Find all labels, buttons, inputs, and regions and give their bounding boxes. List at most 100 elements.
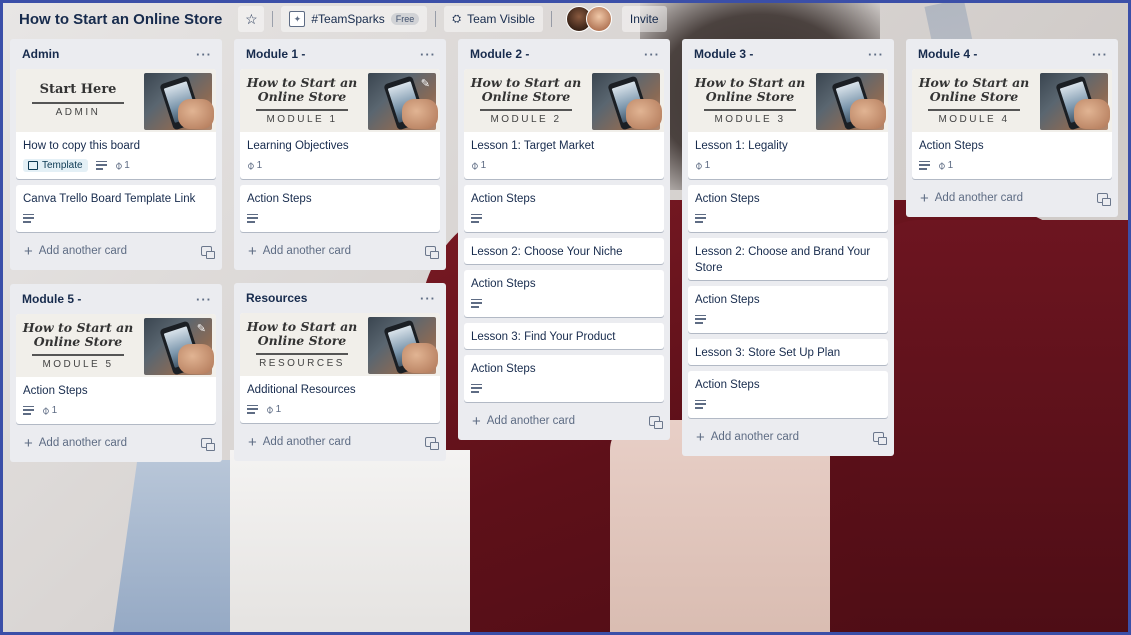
header-divider xyxy=(272,11,274,27)
add-card-button[interactable]: + Add another card xyxy=(240,429,440,455)
create-from-template-icon[interactable] xyxy=(1097,193,1111,206)
card-title: Action Steps xyxy=(23,385,88,397)
list-card[interactable]: Action Steps xyxy=(688,371,888,418)
card-title: Action Steps xyxy=(695,193,760,205)
board-header: How to Start an Online Store ☆ ✦ #TeamSp… xyxy=(3,3,1128,35)
list-card[interactable]: Action Steps xyxy=(688,286,888,333)
list-card[interactable]: Lesson 2: Choose and Brand Your Store xyxy=(688,238,888,280)
cover-subtitle: MODULE 5 xyxy=(42,358,114,370)
list-card[interactable]: Action Steps xyxy=(464,355,664,402)
attachment-badge: ⌀ 1 xyxy=(935,158,954,172)
list-header: Module 2 - ··· xyxy=(464,39,664,69)
list-card[interactable]: Action Steps xyxy=(464,270,664,317)
ellipsis-icon[interactable]: ··· xyxy=(420,291,436,306)
ellipsis-icon[interactable]: ··· xyxy=(868,47,884,62)
card-cover: How to Start an Online Store RESOURCES xyxy=(240,313,440,376)
list-card[interactable]: Action Steps xyxy=(464,185,664,232)
team-visible-icon: ⛭ xyxy=(452,12,462,25)
attachment-badge: ⌀ 1 xyxy=(263,402,282,416)
add-card-button[interactable]: + Add another card xyxy=(464,408,664,434)
template-icon xyxy=(28,160,38,170)
pencil-icon[interactable]: ✎ xyxy=(197,322,206,335)
list-title[interactable]: Module 5 - xyxy=(22,292,81,306)
cover-title: How to Start an xyxy=(470,75,582,91)
create-from-template-icon[interactable] xyxy=(873,432,887,445)
description-icon xyxy=(471,213,482,223)
ellipsis-icon[interactable]: ··· xyxy=(196,292,212,307)
cover-subtitle: RESOURCES xyxy=(259,357,345,369)
list-card[interactable]: Action Steps xyxy=(688,185,888,232)
list-title[interactable]: Module 1 - xyxy=(246,47,305,61)
ellipsis-icon[interactable]: ··· xyxy=(644,47,660,62)
list-card[interactable]: How to Start an Online Store MODULE 2 Le… xyxy=(464,69,664,179)
add-card-button[interactable]: + Add another card xyxy=(912,185,1112,211)
attachment-badge: ⌀ 1 xyxy=(111,158,130,172)
ellipsis-icon[interactable]: ··· xyxy=(1092,47,1108,62)
list-card[interactable]: How to Start an Online Store MODULE 1 ✎ … xyxy=(240,69,440,179)
list-card[interactable]: How to Start an Online Store MODULE 5 ✎ … xyxy=(16,314,216,424)
description-icon xyxy=(471,383,482,393)
avatar[interactable] xyxy=(585,6,612,32)
pencil-icon[interactable]: ✎ xyxy=(421,77,430,90)
add-card-label: Add another card xyxy=(38,245,127,257)
list-header: Module 4 - ··· xyxy=(912,39,1112,69)
list-header: Module 1 - ··· xyxy=(240,39,440,69)
plus-icon: + xyxy=(248,242,257,260)
visibility-label: Team Visible xyxy=(467,12,535,26)
list-card[interactable]: Action Steps xyxy=(240,185,440,232)
ellipsis-icon[interactable]: ··· xyxy=(420,47,436,62)
create-from-template-icon[interactable] xyxy=(425,437,439,450)
card-title: Action Steps xyxy=(695,379,760,391)
list-resources: Resources ··· How to Start an Online Sto… xyxy=(234,283,446,461)
invite-button[interactable]: Invite xyxy=(621,6,667,32)
list-card[interactable]: Lesson 3: Store Set Up Plan xyxy=(688,339,888,365)
card-title: Additional Resources xyxy=(247,384,356,396)
description-icon xyxy=(695,213,706,223)
card-title: Action Steps xyxy=(919,140,984,152)
list-card[interactable]: How to Start an Online Store RESOURCES A… xyxy=(240,313,440,423)
star-icon: ☆ xyxy=(245,10,258,27)
add-card-label: Add another card xyxy=(262,245,351,257)
create-from-template-icon[interactable] xyxy=(425,246,439,259)
add-card-label: Add another card xyxy=(710,431,799,443)
description-icon xyxy=(919,160,930,170)
list-card[interactable]: How to Start an Online Store MODULE 4 Ac… xyxy=(912,69,1112,179)
visibility-button[interactable]: ⛭ Team Visible xyxy=(444,6,543,32)
ellipsis-icon[interactable]: ··· xyxy=(196,47,212,62)
team-button[interactable]: ✦ #TeamSparks Free xyxy=(281,6,428,32)
description-icon xyxy=(95,160,107,170)
list-card[interactable]: Start Here ADMIN How to copy this board … xyxy=(16,69,216,179)
cover-subtitle: ADMIN xyxy=(55,106,101,118)
free-badge: Free xyxy=(390,13,420,25)
card-title: Lesson 1: Target Market xyxy=(471,140,595,152)
list-header: Admin ··· xyxy=(16,39,216,69)
cover-title: How to Start an xyxy=(246,319,358,335)
card-title: Canva Trello Board Template Link xyxy=(23,193,196,205)
team-name: #TeamSparks xyxy=(311,12,385,26)
add-card-button[interactable]: + Add another card xyxy=(16,430,216,456)
card-cover: How to Start an Online Store MODULE 4 xyxy=(912,69,1112,132)
list-title[interactable]: Resources xyxy=(246,291,307,305)
member-avatars xyxy=(565,6,612,32)
board-title[interactable]: How to Start an Online Store xyxy=(19,11,222,28)
list-card[interactable]: Lesson 3: Find Your Product xyxy=(464,323,664,349)
create-from-template-icon[interactable] xyxy=(649,416,663,429)
create-from-template-icon[interactable] xyxy=(201,438,215,451)
add-card-label: Add another card xyxy=(486,415,575,427)
star-button[interactable]: ☆ xyxy=(238,6,265,32)
cover-title: Online Store xyxy=(33,334,123,350)
paperclip-icon: ⌀ xyxy=(692,158,706,172)
create-from-template-icon[interactable] xyxy=(201,246,215,259)
list-card[interactable]: Lesson 2: Choose Your Niche xyxy=(464,238,664,264)
card-cover: How to Start an Online Store MODULE 3 xyxy=(688,69,888,132)
list-header: Module 3 - ··· xyxy=(688,39,888,69)
list-title[interactable]: Admin xyxy=(22,47,59,61)
add-card-button[interactable]: + Add another card xyxy=(688,424,888,450)
list-title[interactable]: Module 3 - xyxy=(694,47,753,61)
list-card[interactable]: Canva Trello Board Template Link xyxy=(16,185,216,232)
add-card-button[interactable]: + Add another card xyxy=(240,238,440,264)
list-card[interactable]: How to Start an Online Store MODULE 3 Le… xyxy=(688,69,888,179)
list-title[interactable]: Module 2 - xyxy=(470,47,529,61)
list-title[interactable]: Module 4 - xyxy=(918,47,977,61)
add-card-button[interactable]: + Add another card xyxy=(16,238,216,264)
